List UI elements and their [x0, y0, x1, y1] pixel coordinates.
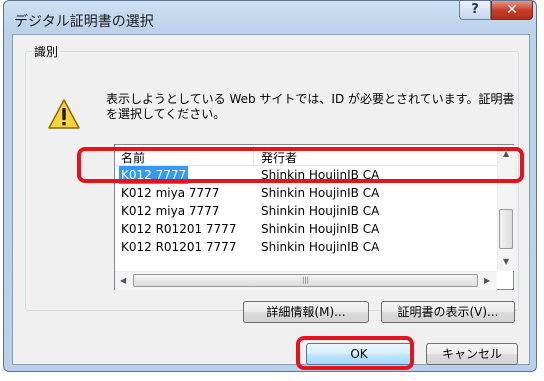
ok-button[interactable]: OK [306, 343, 412, 365]
dialog-client-area: 識別 表示しようとしている Web サイトでは、ID が必要とされています。証明… [12, 34, 530, 365]
certificate-issuer: Shinkin HoujinIB CA [261, 240, 380, 254]
group-label: 識別 [32, 43, 61, 60]
certificate-row[interactable]: K012 7777 Shinkin HoujinIB CA [116, 166, 496, 184]
vertical-scrollbar[interactable]: ▲ ▼ [497, 145, 515, 271]
dialog-window: デジタル証明書の選択 ? ✕ 識別 表示しようとしている Web サイトでは、I… [3, 0, 537, 372]
certificate-row[interactable]: K012 R01201 7777 Shinkin HoujinIB CA [116, 220, 496, 238]
help-button[interactable]: ? [459, 1, 491, 20]
vertical-scroll-thumb[interactable] [499, 209, 513, 249]
identity-group: 識別 表示しようとしている Web サイトでは、ID が必要とされています。証明… [25, 43, 519, 323]
warning-icon [48, 99, 80, 129]
scroll-right-arrow-icon[interactable]: ▶ [484, 276, 490, 285]
scroll-down-arrow-icon[interactable]: ▼ [503, 257, 509, 266]
certificate-issuer: Shinkin HoujinIB CA [261, 204, 380, 218]
cancel-button[interactable]: キャンセル [426, 343, 518, 365]
scroll-left-arrow-icon[interactable]: ◀ [120, 276, 126, 285]
certificate-name: K012 R01201 7777 [121, 240, 237, 254]
certificate-name: K012 miya 7777 [121, 204, 220, 218]
view-certificate-button[interactable]: 証明書の表示(V)... [381, 301, 515, 323]
certificate-issuer: Shinkin HoujinIB CA [261, 186, 380, 200]
close-button[interactable]: ✕ [491, 1, 533, 20]
details-button[interactable]: 詳細情報(M)... [243, 301, 369, 323]
column-header-issuer[interactable]: 発行者 [261, 149, 297, 166]
horizontal-scrollbar[interactable]: ◀ ||| ▶ [115, 271, 497, 290]
horizontal-scroll-thumb[interactable]: ||| [133, 274, 478, 287]
list-header: 名前 発行者 [115, 145, 497, 166]
certificate-name: K012 7777 [119, 166, 189, 184]
certificate-name: K012 miya 7777 [121, 186, 220, 200]
certificate-list[interactable]: 名前 発行者 K012 7777 Shinkin HoujinIB CA K01… [114, 144, 515, 290]
certificate-row[interactable]: K012 miya 7777 Shinkin HoujinIB CA [116, 202, 496, 220]
certificate-name: K012 R01201 7777 [121, 222, 237, 236]
column-separator[interactable] [253, 145, 254, 165]
certificate-row[interactable]: K012 R01201 7777 Shinkin HoujinIB CA [116, 238, 496, 256]
instruction-text: 表示しようとしている Web サイトでは、ID が必要とされています。証明書を選… [106, 92, 515, 121]
column-header-name[interactable]: 名前 [121, 149, 145, 166]
certificate-row[interactable]: K012 miya 7777 Shinkin HoujinIB CA [116, 184, 496, 202]
certificate-issuer: Shinkin HoujinIB CA [261, 222, 380, 236]
window-title: デジタル証明書の選択 [14, 14, 154, 30]
certificate-issuer: Shinkin HoujinIB CA [261, 168, 380, 182]
scroll-up-arrow-icon[interactable]: ▲ [503, 149, 509, 158]
